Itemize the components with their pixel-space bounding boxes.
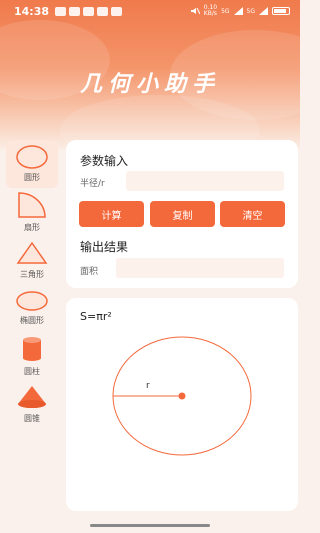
area-output [116,258,284,278]
sidebar-item-sector[interactable]: 扇形 [6,188,58,236]
notification-icons [55,6,123,16]
output-section-title: 输出结果 [80,240,129,254]
notification-icon [97,6,109,16]
signal-5g-label: 5G [221,7,230,15]
sidebar-item-circle[interactable]: 圆形 [6,140,58,188]
shape-sidebar: 圆形 扇形 三角形 椭圆形 圆柱 圆锥 [6,140,58,430]
sidebar-item-label: 扇形 [24,223,40,232]
notification-icon [55,6,67,16]
notification-icon [83,6,95,16]
radius-text: r [146,381,150,391]
input-section-title: 参数输入 [80,154,129,168]
radius-input[interactable] [126,171,284,191]
sidebar-item-cylinder[interactable]: 圆柱 [6,332,58,380]
battery-icon [272,7,290,15]
sidebar-item-label: 圆柱 [24,367,40,376]
signal-icon [259,7,268,15]
sidebar-item-cone[interactable]: 圆锥 [6,380,58,428]
app-title: 几何小助手 [79,72,220,97]
status-time: 14:38 [14,4,50,18]
area-formula: S=πr² [80,310,112,323]
sidebar-item-triangle[interactable]: 三角形 [6,236,58,284]
sidebar-item-label: 圆形 [24,173,40,182]
status-bar: 14:38 0.10 KB/s 5G 5G [0,0,300,22]
net-speed: 0.10 KB/s [204,5,217,17]
gesture-bar [90,524,210,527]
calculate-button[interactable]: 计算 [79,201,144,227]
sidebar-item-label: 三角形 [20,270,44,279]
copy-button[interactable]: 复制 [150,201,215,227]
clear-button[interactable]: 清空 [220,201,285,227]
triangle-icon [16,241,48,264]
cylinder-icon [23,337,41,361]
notification-icon [111,6,123,16]
signal-icon [233,7,243,15]
mute-icon [190,7,200,15]
circle-diagram: r [112,336,252,456]
sidebar-item-label: 圆锥 [24,414,40,423]
signal-5g-label-2: 5G [246,7,255,15]
ellipse-icon [16,291,48,311]
status-right: 0.10 KB/s 5G 5G [190,5,290,17]
notification-icon [69,6,81,16]
sidebar-item-ellipse[interactable]: 椭圆形 [6,284,58,332]
net-speed-unit: KB/s [203,10,217,17]
cone-icon [18,386,46,408]
sector-icon [18,192,46,218]
center-point [178,392,186,400]
circle-icon [16,145,48,169]
area-label: 面积 [80,267,99,277]
sidebar-item-label: 椭圆形 [20,316,44,325]
radius-label: 半径/r [80,179,105,189]
